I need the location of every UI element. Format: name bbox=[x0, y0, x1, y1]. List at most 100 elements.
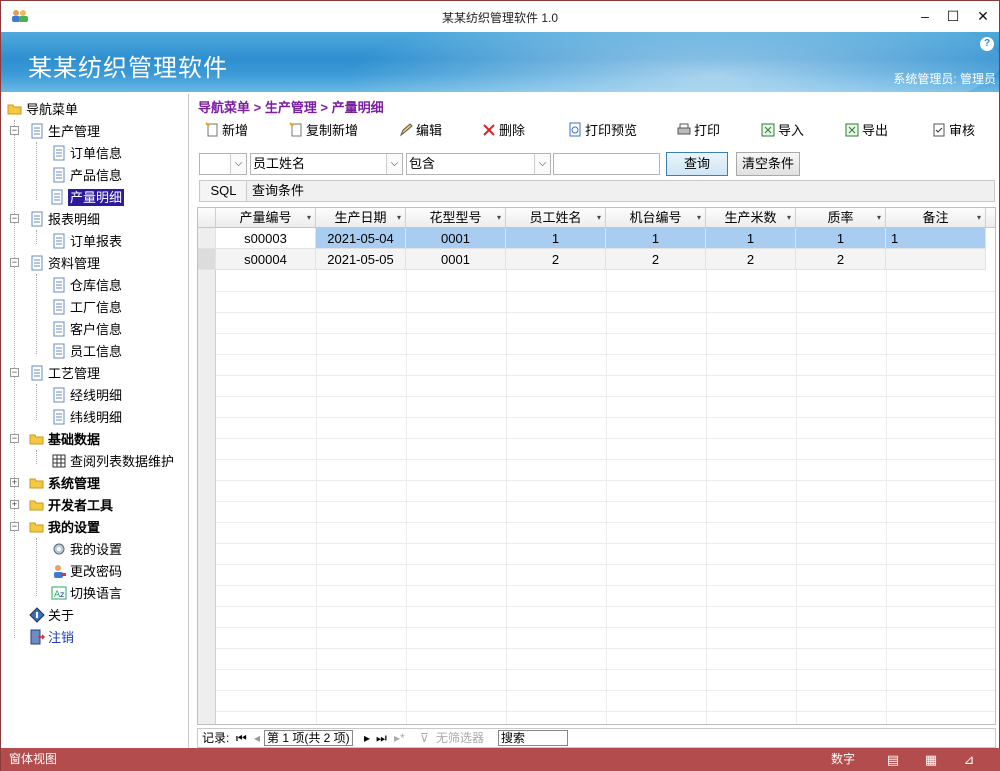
add-button[interactable]: 新增 bbox=[204, 121, 248, 141]
operator-select[interactable]: 包含 ⌵ bbox=[406, 153, 551, 175]
prev-record-button[interactable]: ◂ bbox=[254, 729, 260, 747]
sidebar-item-production[interactable]: 生产管理 bbox=[29, 122, 100, 142]
field-prefix-select[interactable]: ⌵ bbox=[199, 153, 247, 175]
sidebar-item-reports[interactable]: 报表明细 bbox=[29, 210, 100, 230]
print-preview-button[interactable]: 打印预览 bbox=[567, 121, 637, 141]
table-cell[interactable]: 1 bbox=[606, 228, 706, 249]
edit-button[interactable]: 编辑 bbox=[398, 121, 442, 141]
help-icon[interactable]: ? bbox=[980, 37, 994, 51]
query-button[interactable]: 查询 bbox=[666, 152, 728, 176]
sidebar-item-orders[interactable]: 订单信息 bbox=[51, 144, 122, 164]
sidebar-item-warehouse[interactable]: 仓库信息 bbox=[51, 276, 122, 296]
sql-button[interactable]: SQL bbox=[201, 181, 247, 201]
row-selector[interactable] bbox=[198, 249, 216, 270]
column-header[interactable]: 生产日期 ▾ bbox=[316, 208, 406, 228]
column-header[interactable]: 机台编号 ▾ bbox=[606, 208, 706, 228]
sidebar-item-settings[interactable]: 我的设置 bbox=[51, 540, 122, 560]
copy-doc-icon bbox=[288, 122, 304, 138]
sidebar-item-products[interactable]: 产品信息 bbox=[51, 166, 122, 186]
table-row[interactable]: s00003 2021-05-04 0001 1 1 1 1 1 bbox=[198, 228, 995, 249]
new-record-button[interactable]: ▸* bbox=[394, 729, 405, 747]
record-position-input[interactable]: 第 1 项(共 2 项) bbox=[264, 730, 353, 746]
next-record-button[interactable]: ▸ bbox=[364, 729, 370, 747]
sidebar-item-system[interactable]: 系统管理 bbox=[29, 474, 100, 494]
table-cell[interactable]: 2 bbox=[706, 249, 796, 270]
sidebar-item-output-detail[interactable]: 产量明细 bbox=[49, 188, 125, 208]
table-cell[interactable]: 0001 bbox=[406, 228, 506, 249]
sidebar-item-warp[interactable]: 经线明细 bbox=[51, 386, 122, 406]
datasheet-view-icon[interactable]: ▦ bbox=[918, 751, 944, 769]
filter-value-input[interactable] bbox=[553, 153, 660, 175]
maximize-button[interactable]: ☐ bbox=[937, 1, 969, 31]
form-view-icon[interactable]: ▤ bbox=[880, 751, 906, 769]
sidebar-item-my-settings[interactable]: 我的设置 bbox=[29, 518, 100, 538]
collapse-toggle[interactable]: − bbox=[10, 126, 19, 135]
column-header[interactable]: 员工姓名 ▾ bbox=[506, 208, 606, 228]
table-cell[interactable]: 2 bbox=[606, 249, 706, 270]
sidebar-item-base-data[interactable]: 基础数据 bbox=[29, 430, 100, 450]
table-cell[interactable]: 2021-05-04 bbox=[316, 228, 406, 249]
sidebar-item-switch-language[interactable]: Az 切换语言 bbox=[51, 584, 122, 604]
document-icon bbox=[51, 299, 67, 315]
sidebar-item-lookup-maintenance[interactable]: 查阅列表数据维护 bbox=[51, 452, 174, 472]
sidebar-item-customers[interactable]: 客户信息 bbox=[51, 320, 122, 340]
sidebar-item-change-password[interactable]: 更改密码 bbox=[51, 562, 122, 582]
table-cell[interactable]: s00003 bbox=[216, 228, 316, 249]
settings-icon bbox=[51, 541, 67, 557]
column-header[interactable]: 花型型号 ▾ bbox=[406, 208, 506, 228]
sidebar-item-process[interactable]: 工艺管理 bbox=[29, 364, 100, 384]
table-cell[interactable]: 1 bbox=[796, 228, 886, 249]
table-cell[interactable]: 2 bbox=[796, 249, 886, 270]
collapse-toggle[interactable]: − bbox=[10, 368, 19, 377]
folder-open-icon bbox=[29, 519, 45, 535]
copy-add-button[interactable]: 复制新增 bbox=[288, 121, 358, 141]
sort-arrow-icon: ▾ bbox=[496, 213, 501, 222]
sidebar-item-about[interactable]: 关于 bbox=[29, 606, 74, 626]
expand-toggle[interactable]: + bbox=[10, 478, 19, 487]
last-record-button[interactable]: ⏭ bbox=[376, 729, 387, 747]
clear-conditions-button[interactable]: 清空条件 bbox=[736, 152, 800, 176]
sidebar-item-weft[interactable]: 纬线明细 bbox=[51, 408, 122, 428]
search-input[interactable]: 搜索 bbox=[498, 730, 568, 746]
grid-header: 产量编号 ▾ 生产日期 ▾ 花型型号 ▾ 员工姓名 ▾ 机台编号 ▾ 生产米数 ▾ 质率 ▾ … bbox=[198, 208, 995, 228]
table-cell[interactable]: 1 bbox=[886, 228, 986, 249]
column-header[interactable]: 备注 ▾ bbox=[886, 208, 986, 228]
table-cell[interactable]: 1 bbox=[706, 228, 796, 249]
column-header[interactable]: 质率 ▾ bbox=[796, 208, 886, 228]
collapse-toggle[interactable]: − bbox=[10, 522, 19, 531]
table-cell[interactable]: s00004 bbox=[216, 249, 316, 270]
table-cell[interactable]: 2021-05-05 bbox=[316, 249, 406, 270]
table-cell[interactable]: 2 bbox=[506, 249, 606, 270]
expand-toggle[interactable]: + bbox=[10, 500, 19, 509]
nav-tree: 导航菜单 − 生产管理 订单信息 产品信息 产量明细 − 报表明细 订单报表 −… bbox=[1, 94, 189, 748]
row-selector[interactable] bbox=[198, 228, 216, 249]
column-header[interactable]: 生产米数 ▾ bbox=[706, 208, 796, 228]
sidebar-item-order-report[interactable]: 订单报表 bbox=[51, 232, 122, 252]
export-button[interactable]: 导出 bbox=[844, 121, 888, 141]
table-cell[interactable]: 1 bbox=[506, 228, 606, 249]
sidebar-item-employees[interactable]: 员工信息 bbox=[51, 342, 122, 362]
filter-status[interactable]: 无筛选器 bbox=[436, 729, 484, 747]
sidebar-item-dev-tools[interactable]: 开发者工具 bbox=[29, 496, 113, 516]
sidebar-item-logout[interactable]: 注销 bbox=[29, 628, 74, 648]
sidebar-item-data-management[interactable]: 资料管理 bbox=[29, 254, 100, 274]
delete-button[interactable]: 删除 bbox=[481, 121, 525, 141]
collapse-toggle[interactable]: − bbox=[10, 258, 19, 267]
collapse-toggle[interactable]: − bbox=[10, 214, 19, 223]
sort-arrow-icon: ▾ bbox=[596, 213, 601, 222]
close-button[interactable]: ✕ bbox=[967, 1, 999, 31]
column-header[interactable]: 产量编号 ▾ bbox=[216, 208, 316, 228]
layout-view-icon[interactable]: ⊿ bbox=[956, 751, 982, 769]
table-cell[interactable]: 0001 bbox=[406, 249, 506, 270]
tree-root[interactable]: 导航菜单 bbox=[7, 100, 78, 120]
first-record-button[interactable]: ⏮ bbox=[236, 729, 247, 747]
table-row[interactable]: s00004 2021-05-05 0001 2 2 2 2 bbox=[198, 249, 995, 270]
print-button[interactable]: 打印 bbox=[676, 121, 720, 141]
field-select[interactable]: 员工姓名 ⌵ bbox=[250, 153, 403, 175]
audit-button[interactable]: 审核 bbox=[931, 121, 975, 141]
sidebar-item-factory[interactable]: 工厂信息 bbox=[51, 298, 122, 318]
import-button[interactable]: 导入 bbox=[760, 121, 804, 141]
select-all-corner[interactable] bbox=[198, 208, 216, 228]
table-cell[interactable] bbox=[886, 249, 986, 270]
collapse-toggle[interactable]: − bbox=[10, 434, 19, 443]
